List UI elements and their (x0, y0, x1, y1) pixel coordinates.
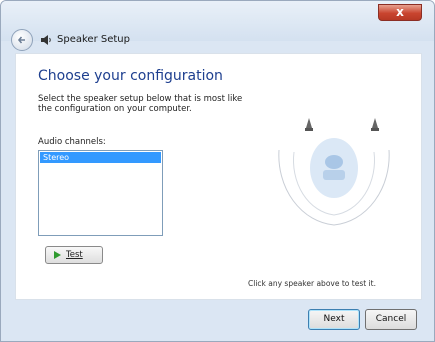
close-button[interactable]: x (378, 4, 422, 21)
speaker-icon[interactable] (371, 118, 379, 131)
test-hint: Click any speaker above to test it. (248, 279, 376, 288)
speaker-setup-icon (41, 35, 51, 45)
audio-channels-list[interactable]: Stereo (38, 150, 163, 236)
content-panel: Choose your configuration Select the spe… (15, 53, 422, 300)
page-title: Choose your configuration (38, 68, 223, 84)
test-button[interactable]: Test (45, 246, 103, 264)
page-description: Select the speaker setup below that is m… (38, 94, 243, 114)
speaker-setup-window: x Speaker Setup Choose your configuratio… (0, 0, 435, 342)
audio-channels-label: Audio channels: (38, 137, 106, 147)
window-title: Speaker Setup (57, 34, 130, 45)
list-item-stereo[interactable]: Stereo (40, 152, 161, 163)
next-button[interactable]: Next (308, 309, 360, 330)
speaker-icon[interactable] (305, 118, 313, 131)
speaker-diagram (278, 118, 390, 226)
back-arrow-icon (17, 36, 25, 44)
back-button[interactable] (11, 29, 33, 51)
play-icon (54, 251, 61, 259)
test-button-label: Test (66, 250, 83, 260)
cancel-button[interactable]: Cancel (365, 309, 417, 330)
